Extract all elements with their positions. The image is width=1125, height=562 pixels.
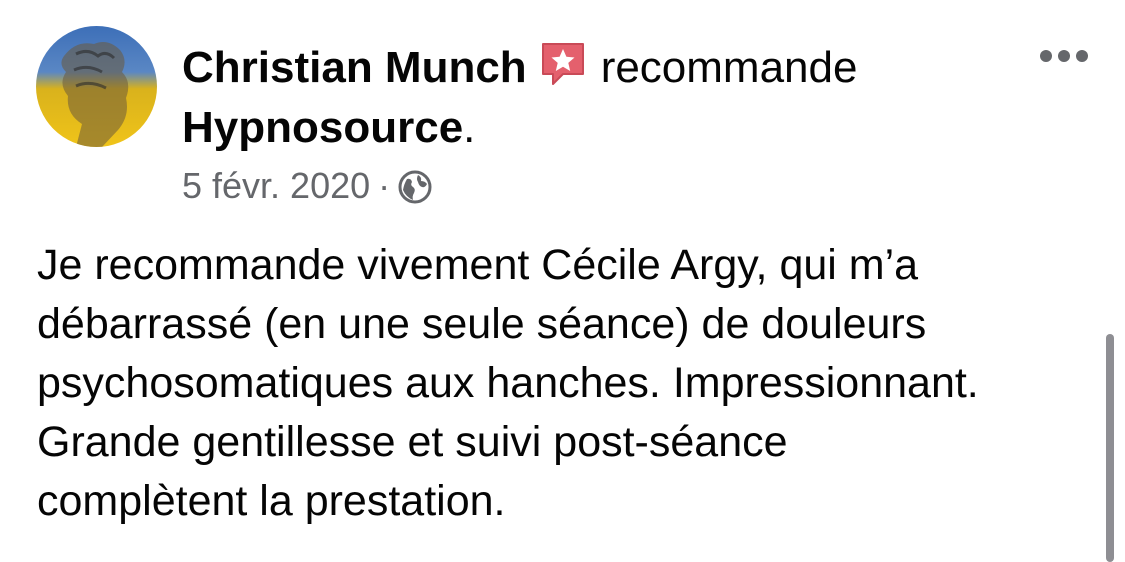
more-options-button[interactable] [1036,38,1092,74]
post-header: Christian Munch recommande [182,40,857,96]
action-text: recommande [600,43,858,92]
avatar-image [61,42,129,147]
recommendation-post: Christian Munch recommande Hypnosource. … [0,0,1125,562]
post-body: Je recommande vivement Cécile Argy, qui … [37,236,1077,531]
author-avatar[interactable] [36,26,157,147]
recommended-page: Hypnosource. [182,100,475,156]
post-date[interactable]: 5 févr. 2020 [182,165,370,206]
post-meta: 5 févr. 2020 · [182,162,432,210]
page-name-link[interactable]: Hypnosource [182,103,463,152]
author-name-link[interactable]: Christian Munch [182,43,527,92]
meta-separator: · [378,165,391,206]
page-suffix: . [463,103,476,152]
star-speech-bubble-icon [539,40,587,88]
post-text: Je recommande vivement Cécile Argy, qui … [37,241,979,525]
scrollbar-thumb[interactable] [1106,334,1114,562]
more-horizontal-icon [1040,50,1088,62]
globe-icon [398,168,432,204]
